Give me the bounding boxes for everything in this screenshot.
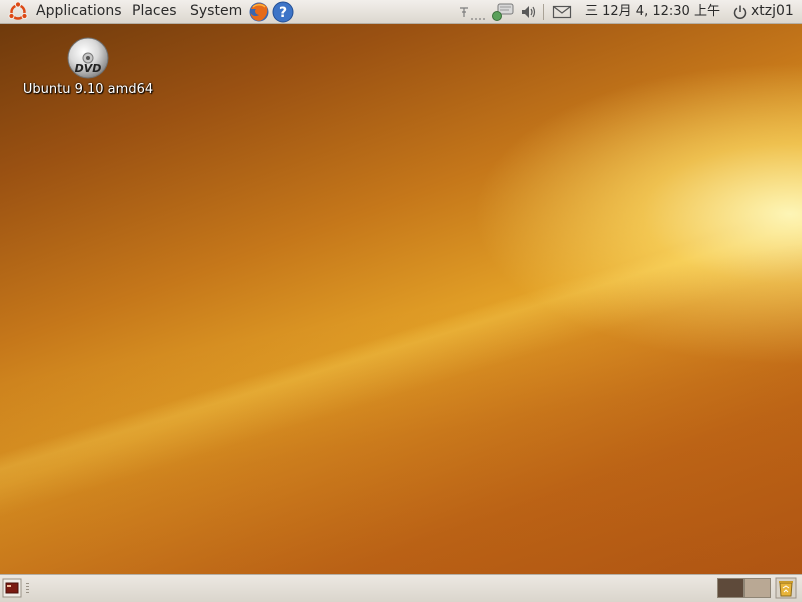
firefox-icon[interactable] (248, 1, 270, 23)
update-notifier-icon[interactable] (491, 2, 515, 22)
clock[interactable]: 三 12月 4, 12:30 上午 (585, 3, 720, 21)
panel-separator (543, 4, 544, 20)
mail-icon[interactable] (552, 4, 572, 20)
volume-icon[interactable] (520, 3, 538, 21)
desktop-icon-label: Ubuntu 9.10 amd64 (22, 82, 154, 97)
svg-text:?: ? (279, 5, 287, 21)
network-icon[interactable] (458, 3, 488, 23)
wallpaper-shading (0, 24, 802, 574)
help-icon[interactable]: ? (272, 1, 294, 23)
workspace-1[interactable] (717, 578, 744, 598)
places-menu[interactable]: Places (132, 2, 177, 20)
system-menu[interactable]: System (190, 2, 242, 20)
trash-icon[interactable] (775, 577, 797, 599)
user-menu[interactable]: xtzj01 (751, 2, 794, 20)
dvd-icon: DVD (67, 37, 109, 79)
ubuntu-logo-icon[interactable] (7, 1, 29, 23)
applications-menu[interactable]: Applications (36, 2, 122, 20)
top-panel: Applications Places System ? 三 12月 4, 12… (0, 0, 802, 24)
workspace-2[interactable] (744, 578, 771, 598)
bottom-panel (0, 574, 802, 602)
show-desktop-icon[interactable] (2, 578, 22, 598)
svg-text:DVD: DVD (75, 62, 102, 75)
panel-drag-handle[interactable] (26, 583, 29, 593)
power-icon[interactable] (732, 4, 748, 20)
desktop-wallpaper[interactable] (0, 24, 802, 574)
screen: DVD Ubuntu 9.10 amd64 Applications Place… (0, 0, 802, 602)
